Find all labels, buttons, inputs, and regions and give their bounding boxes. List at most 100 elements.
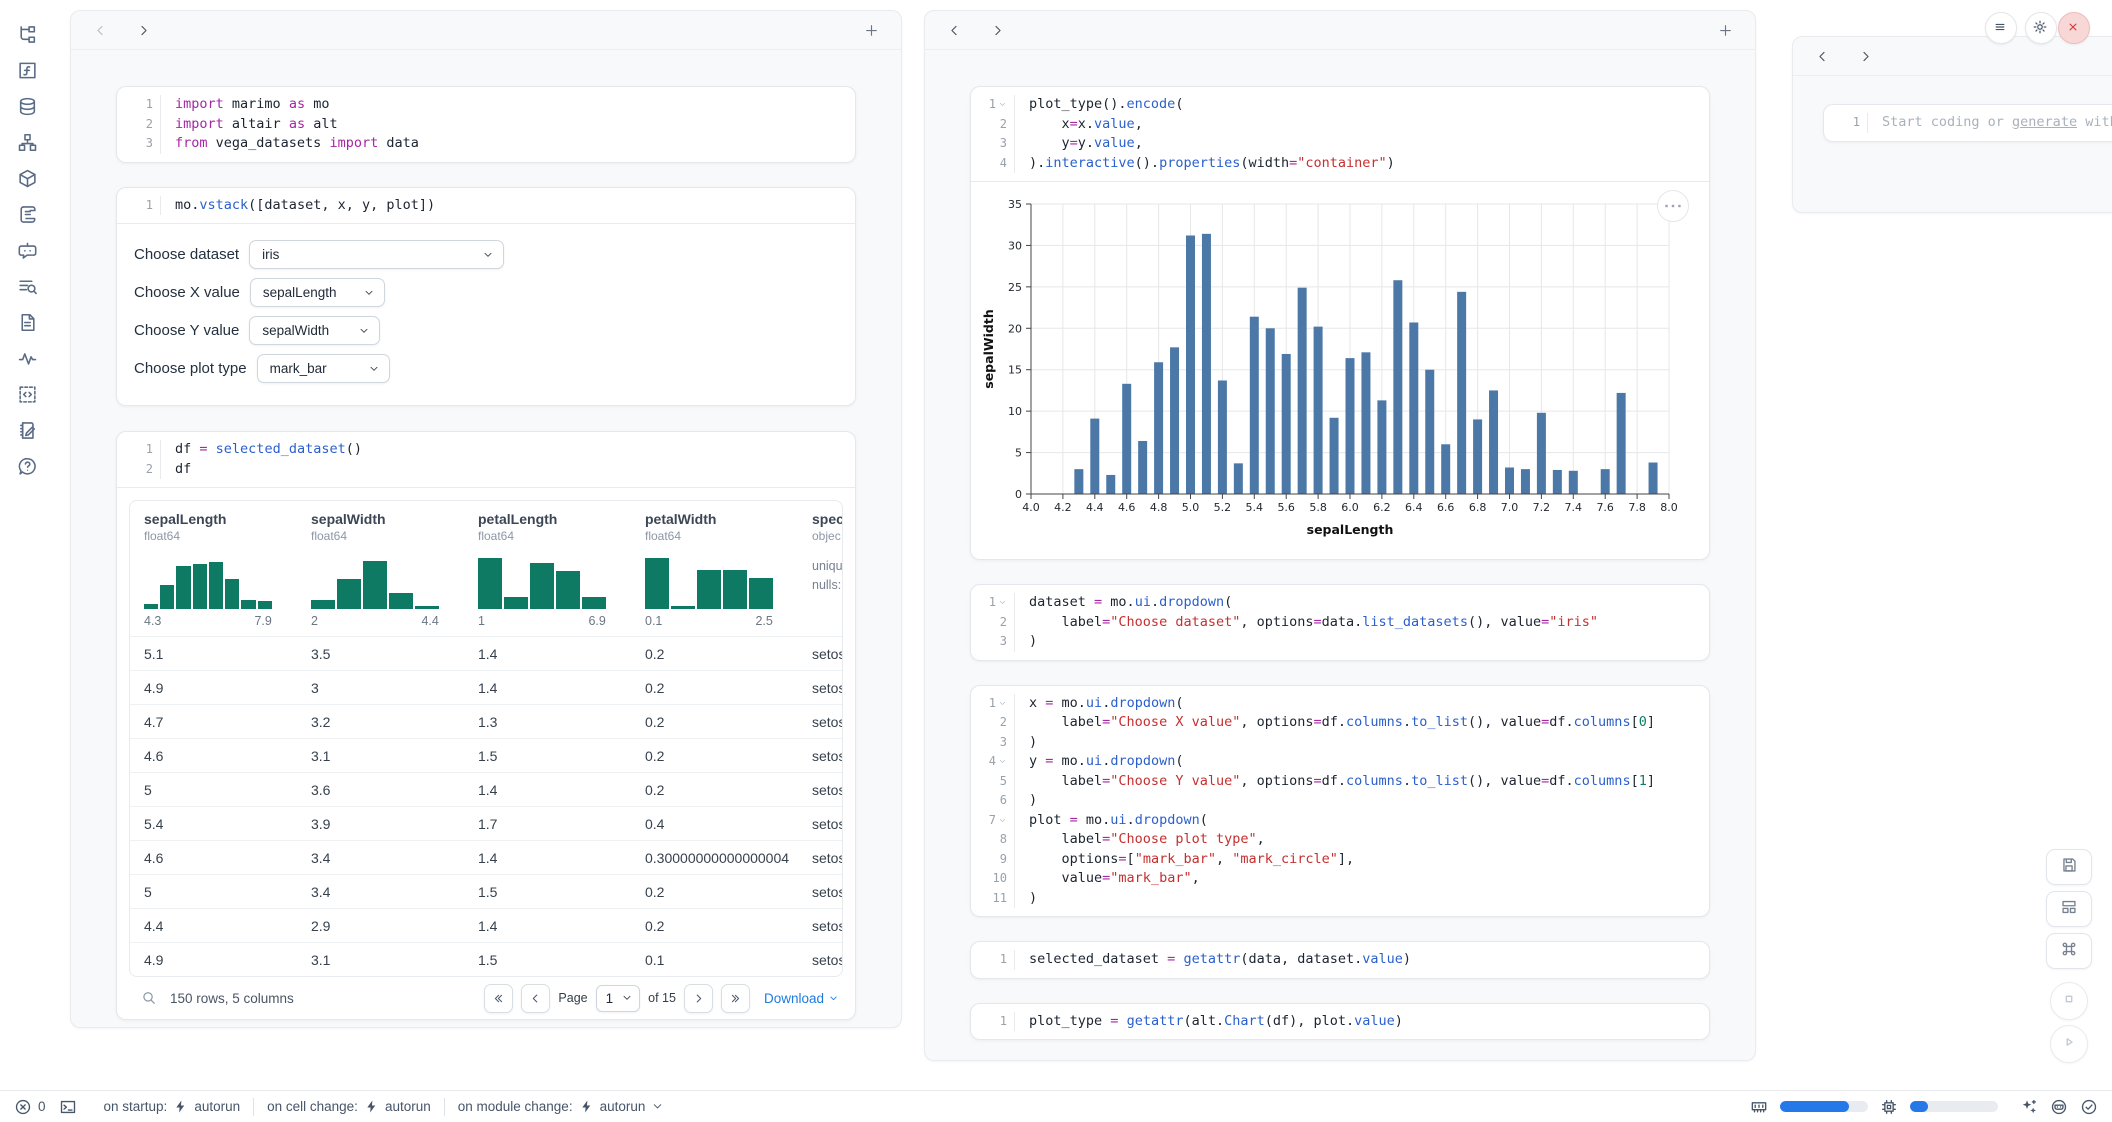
- code-line: 1import marimo as mo: [117, 95, 855, 115]
- lightning-icon: [364, 1099, 379, 1114]
- cpu-usage-meter: [1910, 1101, 1998, 1112]
- code-line: 2 label="Choose dataset", options=data.l…: [971, 613, 1709, 633]
- chatbot-icon[interactable]: [17, 240, 38, 261]
- code-editor[interactable]: 1x = mo.ui.dropdown(2 label="Choose X va…: [971, 686, 1709, 917]
- code-editor[interactable]: 1plot_type = getattr(alt.Chart(df), plot…: [971, 1004, 1709, 1040]
- svg-text:35: 35: [1008, 198, 1022, 211]
- table-row[interactable]: 4.931.40.2setos: [130, 670, 842, 704]
- function-icon[interactable]: [17, 60, 38, 81]
- choose-x-value-select[interactable]: sepalLength: [250, 278, 385, 307]
- terminal-button[interactable]: [59, 1098, 77, 1116]
- keyboard-shortcuts-button[interactable]: [2046, 933, 2092, 969]
- code-editor[interactable]: 1dataset = mo.ui.dropdown(2 label="Choos…: [971, 585, 1709, 660]
- save-button[interactable]: [2046, 849, 2092, 885]
- on-cell-change-setting[interactable]: on cell change: autorun: [267, 1099, 431, 1114]
- generate-with-ai-link[interactable]: generate: [2012, 114, 2077, 130]
- chevron-left-icon[interactable]: [1815, 49, 1830, 64]
- dependency-graph-icon[interactable]: [17, 132, 38, 153]
- script-icon[interactable]: [17, 204, 38, 225]
- code-line: 3): [971, 733, 1709, 753]
- code-editor[interactable]: 1plot_type().encode(2 x=x.value,3 y=y.va…: [971, 87, 1709, 181]
- column-header[interactable]: petalLengthfloat6416.9: [464, 511, 631, 628]
- code-line: 6): [971, 791, 1709, 811]
- stop-button[interactable]: [2050, 982, 2088, 1020]
- cell-dataset-dropdown: 1dataset = mo.ui.dropdown(2 label="Choos…: [970, 584, 1710, 661]
- svg-text:8.0: 8.0: [1660, 501, 1678, 514]
- ai-sparkles-icon[interactable]: [2020, 1098, 2038, 1116]
- chevron-right-icon[interactable]: [990, 23, 1005, 38]
- column-header[interactable]: sepalLengthfloat644.37.9: [130, 511, 297, 628]
- close-button[interactable]: [2058, 12, 2090, 44]
- table-row[interactable]: 4.73.21.30.2setos: [130, 704, 842, 738]
- hamburger-icon: [1992, 19, 2010, 37]
- logs-search-icon[interactable]: [17, 276, 38, 297]
- fold-chevron-icon[interactable]: [998, 757, 1007, 766]
- copilot-icon[interactable]: [2050, 1098, 2068, 1116]
- database-icon[interactable]: [17, 96, 38, 117]
- on-module-change-setting[interactable]: on module change: autorun: [458, 1099, 665, 1114]
- chevron-left-icon[interactable]: [947, 23, 962, 38]
- chevron-left-icon[interactable]: [93, 23, 108, 38]
- table-header: sepalLengthfloat644.37.9sepalWidthfloat6…: [130, 501, 842, 636]
- code-line: 2 label="Choose X value", options=df.col…: [971, 713, 1709, 733]
- menu-button[interactable]: [1985, 12, 2017, 44]
- package-icon[interactable]: [17, 168, 38, 189]
- code-editor[interactable]: 1import marimo as mo2import altair as al…: [117, 87, 855, 162]
- fold-chevron-icon[interactable]: [998, 100, 1007, 109]
- scratchpad-icon[interactable]: [17, 420, 38, 441]
- code-line: 7plot = mo.ui.dropdown(: [971, 811, 1709, 831]
- check-circle-icon[interactable]: [2080, 1098, 2098, 1116]
- activity-icon[interactable]: [17, 348, 38, 369]
- table-row[interactable]: 4.42.91.40.2setos: [130, 908, 842, 942]
- gear-icon: [2032, 19, 2050, 37]
- column-header[interactable]: petalWidthfloat640.12.5: [631, 511, 798, 628]
- last-page-button[interactable]: [721, 984, 750, 1013]
- settings-button[interactable]: [2025, 12, 2057, 44]
- file-tree-icon[interactable]: [17, 24, 38, 45]
- error-indicator[interactable]: 0: [14, 1098, 46, 1116]
- snippets-icon[interactable]: [17, 384, 38, 405]
- first-page-button[interactable]: [484, 984, 513, 1013]
- table-row[interactable]: 5.13.51.40.2setos: [130, 636, 842, 670]
- chevron-right-icon[interactable]: [136, 23, 151, 38]
- page-select[interactable]: 1: [596, 985, 641, 1012]
- table-row[interactable]: 53.41.50.2setos: [130, 874, 842, 908]
- layout-button[interactable]: [2046, 891, 2092, 927]
- svg-text:0: 0: [1015, 488, 1022, 501]
- next-page-button[interactable]: [684, 984, 713, 1013]
- table-row[interactable]: 4.63.11.50.2setos: [130, 738, 842, 772]
- table-row[interactable]: 4.93.11.50.1setos: [130, 942, 842, 976]
- code-line: 8 label="Choose plot type",: [971, 830, 1709, 850]
- code-editor[interactable]: 1selected_dataset = getattr(data, datase…: [971, 942, 1709, 978]
- code-editor[interactable]: 1 Start coding or generate with: [1824, 105, 2112, 141]
- download-link[interactable]: Download: [764, 991, 839, 1006]
- middle-panel-header: [925, 11, 1755, 50]
- add-cell-icon[interactable]: [1718, 23, 1733, 38]
- code-editor[interactable]: 1df = selected_dataset()2df: [117, 432, 855, 487]
- chevron-down-icon: [621, 992, 633, 1004]
- chevron-right-icon[interactable]: [1858, 49, 1873, 64]
- search-icon[interactable]: [141, 990, 157, 1006]
- on-startup-setting[interactable]: on startup: autorun: [104, 1099, 241, 1114]
- fold-chevron-icon[interactable]: [998, 816, 1007, 825]
- choose-y-value-select[interactable]: sepalWidth: [249, 316, 380, 345]
- form-row: Choose plot typemark_bar: [134, 354, 855, 383]
- table-row[interactable]: 53.61.40.2setos: [130, 772, 842, 806]
- column-header[interactable]: sepalWidthfloat6424.4: [297, 511, 464, 628]
- prev-page-button[interactable]: [521, 984, 550, 1013]
- add-cell-icon[interactable]: [864, 23, 879, 38]
- cell-dataframe: 1df = selected_dataset()2df sepalLengthf…: [116, 431, 856, 1020]
- column-header[interactable]: speciobjecuniqunulls:: [798, 511, 842, 628]
- document-icon[interactable]: [17, 312, 38, 333]
- code-editor[interactable]: 1mo.vstack([dataset, x, y, plot]): [117, 188, 855, 224]
- table-row[interactable]: 5.43.91.70.4setos: [130, 806, 842, 840]
- choose-dataset-select[interactable]: iris: [249, 240, 504, 269]
- run-button[interactable]: [2050, 1025, 2088, 1063]
- chart-menu-button[interactable]: [1657, 190, 1689, 222]
- fold-chevron-icon[interactable]: [998, 699, 1007, 708]
- help-icon[interactable]: [17, 456, 38, 477]
- code-line: 9 options=["mark_bar", "mark_circle"],: [971, 850, 1709, 870]
- choose-plot-type-select[interactable]: mark_bar: [257, 354, 390, 383]
- table-row[interactable]: 4.63.41.40.30000000000000004setos: [130, 840, 842, 874]
- fold-chevron-icon[interactable]: [998, 598, 1007, 607]
